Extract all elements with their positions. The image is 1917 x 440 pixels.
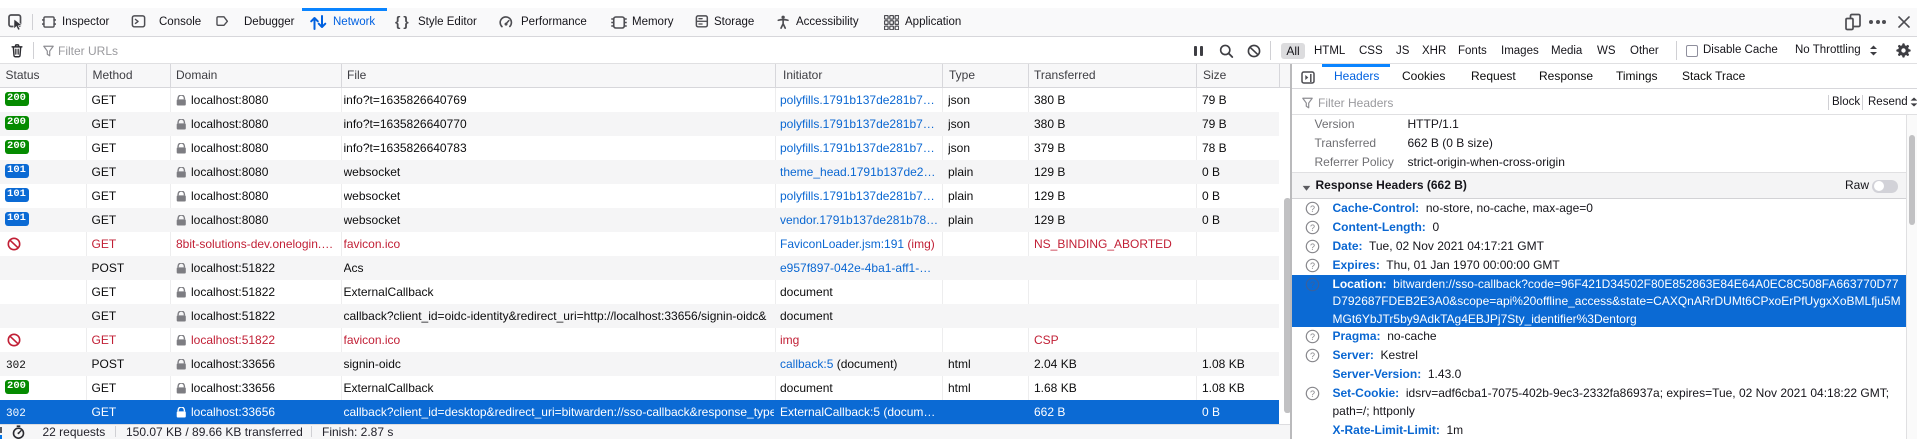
svg-text:?: ? xyxy=(1310,223,1315,233)
svg-text:?: ? xyxy=(1310,351,1315,361)
svg-text:?: ? xyxy=(1310,280,1315,290)
svg-text:?: ? xyxy=(1310,242,1315,252)
svg-text:?: ? xyxy=(1310,332,1315,342)
svg-text:?: ? xyxy=(1310,204,1315,214)
svg-text:?: ? xyxy=(1310,261,1315,271)
svg-text:?: ? xyxy=(1310,389,1315,399)
